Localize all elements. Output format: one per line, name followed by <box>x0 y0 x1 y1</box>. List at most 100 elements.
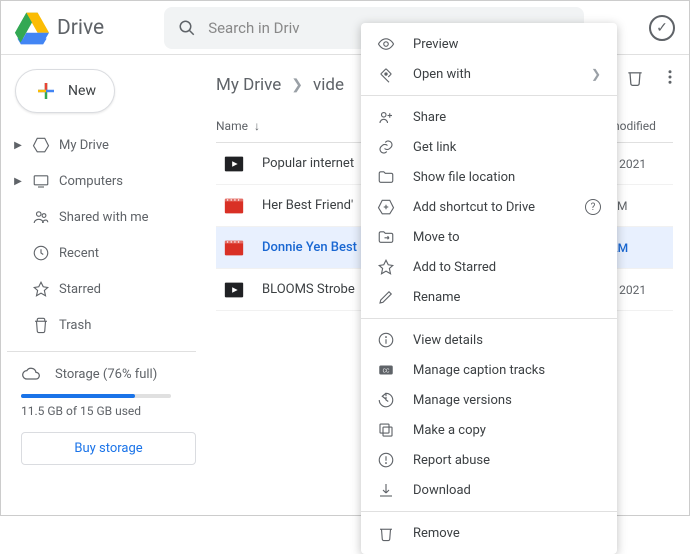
menu-item-make-a-copy[interactable]: Make a copy <box>361 415 617 445</box>
new-button[interactable]: New <box>15 69 115 113</box>
menu-item-label: Manage caption tracks <box>413 363 545 378</box>
menu-divider <box>361 511 617 512</box>
cc-icon: CC <box>377 361 395 379</box>
svg-text:CC: CC <box>383 368 390 374</box>
sidebar-item-label: My Drive <box>59 138 109 153</box>
search-placeholder: Search in Driv <box>208 19 299 37</box>
app-name: Drive <box>57 16 104 40</box>
menu-item-get-link[interactable]: Get link <box>361 132 617 162</box>
menu-item-label: Share <box>413 110 446 125</box>
rename-icon <box>377 288 395 306</box>
chevron-right-icon: ❯ <box>291 77 303 93</box>
computers-icon <box>31 171 51 191</box>
menu-item-label: Download <box>413 483 471 498</box>
menu-item-manage-versions[interactable]: Manage versions <box>361 385 617 415</box>
menu-item-label: Show file location <box>413 170 515 185</box>
menu-item-download[interactable]: Download <box>361 475 617 505</box>
delete-button[interactable] <box>625 67 645 87</box>
sidebar-item-label: Computers <box>59 174 123 189</box>
expand-icon: ▶ <box>13 176 23 187</box>
sidebar-item-label: Shared with me <box>59 210 149 225</box>
breadcrumb-folder[interactable]: vide <box>313 75 344 95</box>
sidebar-item-computers[interactable]: ▶ Computers <box>7 163 196 199</box>
storage-label: Storage (76% full) <box>55 367 157 382</box>
sidebar-item-trash[interactable]: Trash <box>7 307 196 343</box>
menu-item-label: Rename <box>413 290 460 305</box>
link-icon <box>377 138 395 156</box>
menu-divider <box>361 95 617 96</box>
menu-item-add-shortcut-to-drive[interactable]: Add shortcut to Drive? <box>361 192 617 222</box>
report-icon <box>377 451 395 469</box>
trash-icon <box>377 524 395 542</box>
menu-item-preview[interactable]: Preview <box>361 29 617 59</box>
menu-item-label: Make a copy <box>413 423 486 438</box>
menu-item-label: Report abuse <box>413 453 490 468</box>
shortcut-icon <box>377 198 395 216</box>
download-icon <box>377 481 395 499</box>
divider <box>7 351 196 352</box>
sidebar-item-recent[interactable]: Recent <box>7 235 196 271</box>
sidebar-item-my-drive[interactable]: ▶ My Drive <box>7 127 196 163</box>
copy-icon <box>377 421 395 439</box>
menu-item-report-abuse[interactable]: Report abuse <box>361 445 617 475</box>
menu-item-label: Manage versions <box>413 393 512 408</box>
chevron-right-icon: ❯ <box>591 67 601 81</box>
new-button-label: New <box>68 83 96 99</box>
plus-icon <box>34 79 58 103</box>
star-icon <box>377 258 395 276</box>
col-name-label: Name <box>216 119 248 133</box>
menu-item-remove[interactable]: Remove <box>361 518 617 548</box>
menu-item-add-to-starred[interactable]: Add to Starred <box>361 252 617 282</box>
file-type-icon <box>222 152 246 176</box>
sidebar: New ▶ My Drive ▶ Computers Shared with m… <box>1 55 206 515</box>
sidebar-item-label: Trash <box>59 318 91 333</box>
menu-item-view-details[interactable]: View details <box>361 325 617 355</box>
menu-item-rename[interactable]: Rename <box>361 282 617 312</box>
menu-item-manage-caption-tracks[interactable]: CC Manage caption tracks <box>361 355 617 385</box>
breadcrumb-root[interactable]: My Drive <box>216 75 281 95</box>
more-options-button[interactable] <box>661 68 679 86</box>
file-type-icon <box>222 194 246 218</box>
menu-item-label: Remove <box>413 526 460 541</box>
storage-bar <box>21 394 171 398</box>
file-type-icon <box>222 278 246 302</box>
shared-icon <box>31 207 51 227</box>
menu-item-label: Get link <box>413 140 456 155</box>
trash-icon <box>31 315 51 335</box>
recent-icon <box>31 243 51 263</box>
toolbar <box>625 67 679 87</box>
storage-used-text: 11.5 GB of 15 GB used <box>7 404 196 418</box>
sidebar-item-storage[interactable]: Storage (76% full) <box>7 364 196 384</box>
help-icon[interactable]: ? <box>585 199 601 215</box>
menu-item-share[interactable]: Share <box>361 102 617 132</box>
menu-item-label: Add shortcut to Drive <box>413 200 535 215</box>
menu-divider <box>361 318 617 319</box>
menu-item-label: Add to Starred <box>413 260 496 275</box>
sort-arrow-icon: ↓ <box>254 119 260 133</box>
folder-icon <box>377 168 395 186</box>
app-logo[interactable]: Drive <box>15 11 104 45</box>
menu-item-label: Open with <box>413 67 471 82</box>
buy-storage-button[interactable]: Buy storage <box>21 432 196 465</box>
sidebar-item-starred[interactable]: Starred <box>7 271 196 307</box>
menu-item-move-to[interactable]: Move to <box>361 222 617 252</box>
eye-icon <box>377 35 395 53</box>
info-icon <box>377 331 395 349</box>
menu-item-label: Preview <box>413 37 458 52</box>
share-icon <box>377 108 395 126</box>
drive-logo-icon <box>15 11 49 45</box>
menu-item-label: View details <box>413 333 483 348</box>
versions-icon <box>377 391 395 409</box>
sidebar-item-shared[interactable]: Shared with me <box>7 199 196 235</box>
openwith-icon <box>377 65 395 83</box>
file-type-icon <box>222 236 246 260</box>
menu-item-open-with[interactable]: Open with ❯ <box>361 59 617 89</box>
search-icon <box>178 19 196 37</box>
menu-item-label: Move to <box>413 230 460 245</box>
moveto-icon <box>377 228 395 246</box>
menu-item-show-file-location[interactable]: Show file location <box>361 162 617 192</box>
context-menu: Preview Open with ❯ Share Get link Show file … <box>361 23 617 554</box>
account-button[interactable] <box>649 15 675 41</box>
mydrive-icon <box>31 135 51 155</box>
cloud-icon <box>21 364 41 384</box>
